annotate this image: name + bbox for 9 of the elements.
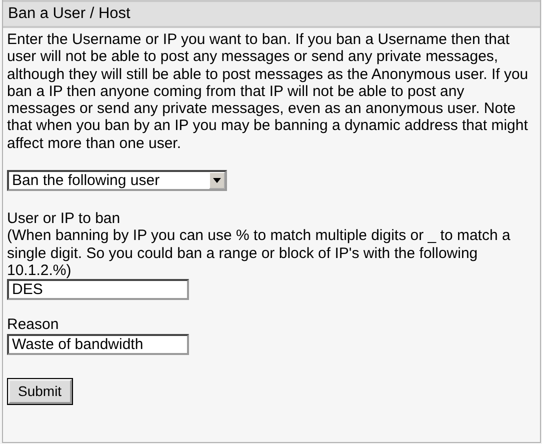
panel-title: Ban a User / Host [3, 0, 540, 28]
ban-type-dropdown[interactable]: Ban the following user [7, 170, 227, 192]
reason-label: Reason [7, 316, 60, 334]
reason-field[interactable]: Waste of bandwidth [7, 334, 189, 355]
user-ip-field[interactable]: DES [7, 279, 189, 300]
target-hint: (When banning by IP you can use % to match multiple digits or _ to match a single digit. So you could ban a range or block of IP's with the following 10.1.2.%) [7, 227, 512, 280]
submit-button[interactable]: Submit [8, 378, 72, 404]
target-label: User or IP to ban [7, 210, 122, 228]
description-text: Enter the Username or IP you want to ban. If you ban a Username then that user will not be able to post any messages or send any private messages, although they will still be able to post messages as the Anonymous user. If you ban a IP then anyone coming from that IP will not be able to post any messages or send any private messages, even as an anonymous user. Note that when you ban by an IP you may be banning a dynamic address that might affect more than one user. [7, 31, 530, 152]
